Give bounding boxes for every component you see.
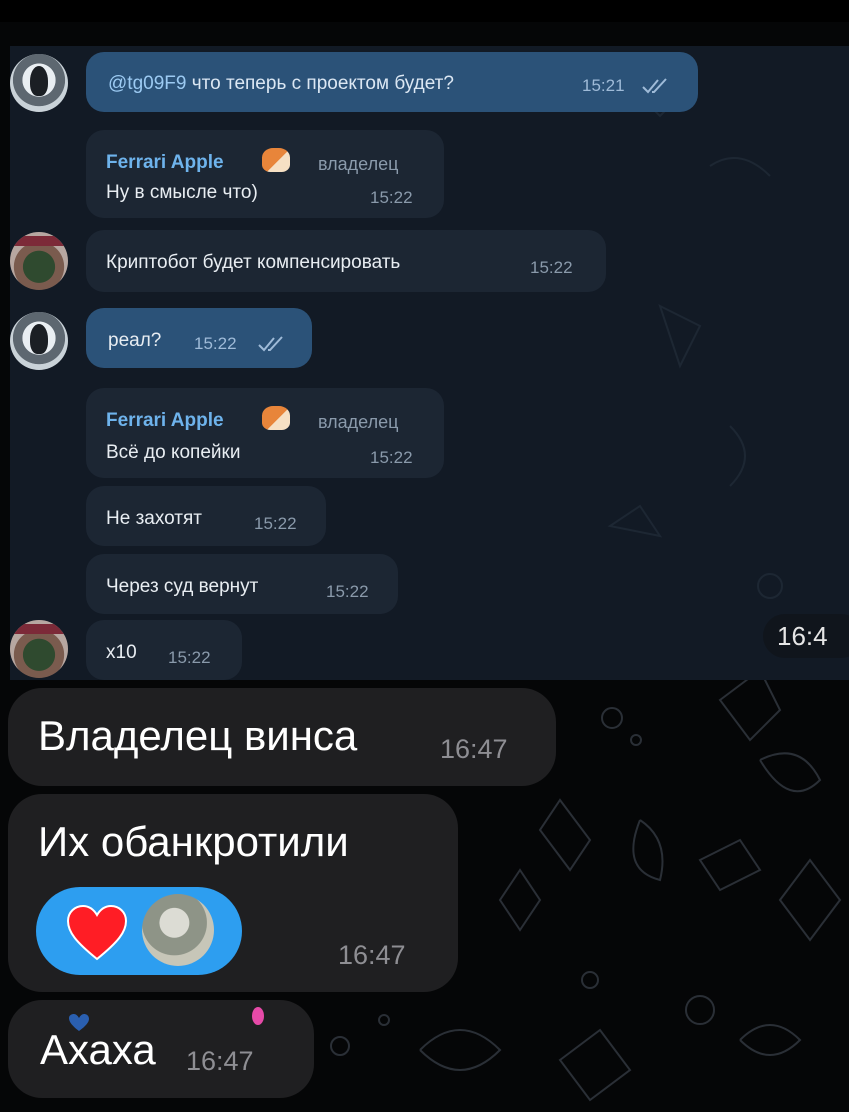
message-text: Ну в смысле что)	[106, 182, 258, 203]
message-text: x10	[106, 642, 137, 663]
message-text: реал?	[108, 330, 162, 351]
message-bubble-outgoing[interactable]: @tg09F9 что теперь с проектом будет? 15:…	[86, 52, 698, 112]
time-overlay: 16:4	[763, 614, 849, 658]
user-avatar[interactable]	[10, 312, 68, 370]
message-text: Всё до копейки	[106, 442, 241, 463]
embedded-screenshot: @tg09F9 что теперь с проектом будет? 15:…	[10, 46, 849, 680]
message-text: Владелец винса	[38, 712, 358, 759]
message-bubble-incoming[interactable]: Криптобот будет компенсировать 15:22	[86, 230, 606, 292]
message-time: 16:47	[440, 734, 508, 764]
message-text: Их обанкротили	[38, 818, 349, 865]
reactor-avatar[interactable]	[142, 894, 214, 966]
message-bubble-incoming[interactable]: Ferrari Apple владелец Ну в смысле что) …	[86, 130, 444, 218]
message-bubble-outgoing[interactable]: реал? 15:22	[86, 308, 312, 368]
message-time: 15:22	[370, 188, 413, 207]
role-badge: владелец	[318, 154, 399, 174]
message-time: 16:47	[186, 1046, 254, 1076]
message-time: 15:22	[254, 514, 297, 533]
sender-name[interactable]: Ferrari Apple	[106, 410, 224, 432]
double-check-icon	[642, 78, 667, 94]
double-check-icon	[258, 336, 283, 352]
message-text: Через суд вернут	[106, 576, 259, 597]
user-avatar[interactable]	[10, 232, 68, 290]
message-bubble-incoming[interactable]: Не захотят 15:22	[86, 486, 326, 546]
blue-heart-sticker-icon	[69, 1014, 89, 1031]
role-badge: владелец	[318, 412, 399, 432]
fox-emoji-icon	[262, 406, 290, 430]
message-time: 15:22	[530, 258, 573, 277]
top-status-strip	[0, 0, 849, 22]
message-time: 15:22	[370, 448, 413, 467]
message-time: 15:22	[168, 648, 211, 667]
message-bubble-incoming[interactable]: Через суд вернут 15:22	[86, 554, 398, 614]
sender-name[interactable]: Ferrari Apple	[106, 152, 224, 174]
message-time: 15:22	[194, 334, 237, 353]
message-text: что теперь с проектом будет?	[191, 73, 454, 94]
mention[interactable]: @tg09F9	[108, 73, 186, 94]
message-text: Ахаха	[40, 1026, 156, 1073]
message-text: Криптобот будет компенсировать	[106, 252, 401, 273]
message-text: Не захотят	[106, 508, 202, 529]
user-avatar[interactable]	[10, 54, 68, 112]
message-time: 16:47	[338, 940, 406, 970]
heart-reaction-icon	[66, 904, 128, 961]
fox-emoji-icon	[262, 148, 290, 172]
message-bubble-incoming[interactable]: x10 15:22	[86, 620, 242, 680]
message-time: 15:21	[582, 76, 625, 95]
message-time: 15:22	[326, 582, 369, 601]
message-bubble-incoming[interactable]: Ferrari Apple владелец Всё до копейки 15…	[86, 388, 444, 478]
user-avatar[interactable]	[10, 620, 68, 678]
pink-balloon-sticker-icon	[252, 1007, 264, 1025]
